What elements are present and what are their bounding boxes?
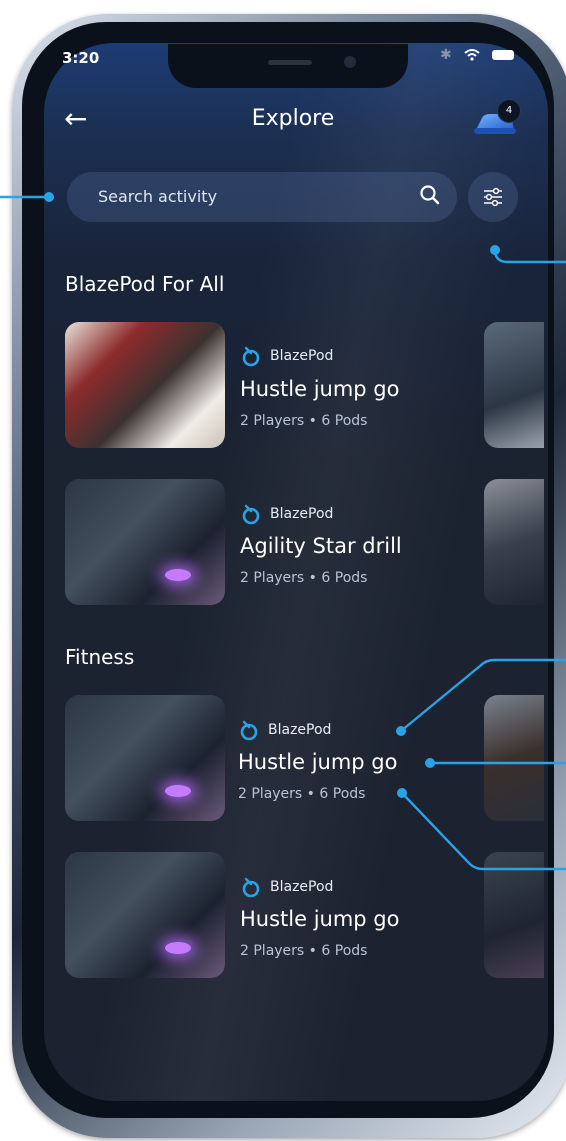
- callout-dot: [44, 192, 54, 202]
- callout-dot: [490, 245, 500, 255]
- speaker-grill: [268, 60, 312, 65]
- callout-lines: [0, 195, 566, 871]
- callout-dot: [425, 758, 435, 768]
- phone-notch: [168, 44, 408, 88]
- front-camera: [344, 56, 356, 68]
- callout-dot: [397, 788, 407, 798]
- callout-dot: [396, 726, 406, 736]
